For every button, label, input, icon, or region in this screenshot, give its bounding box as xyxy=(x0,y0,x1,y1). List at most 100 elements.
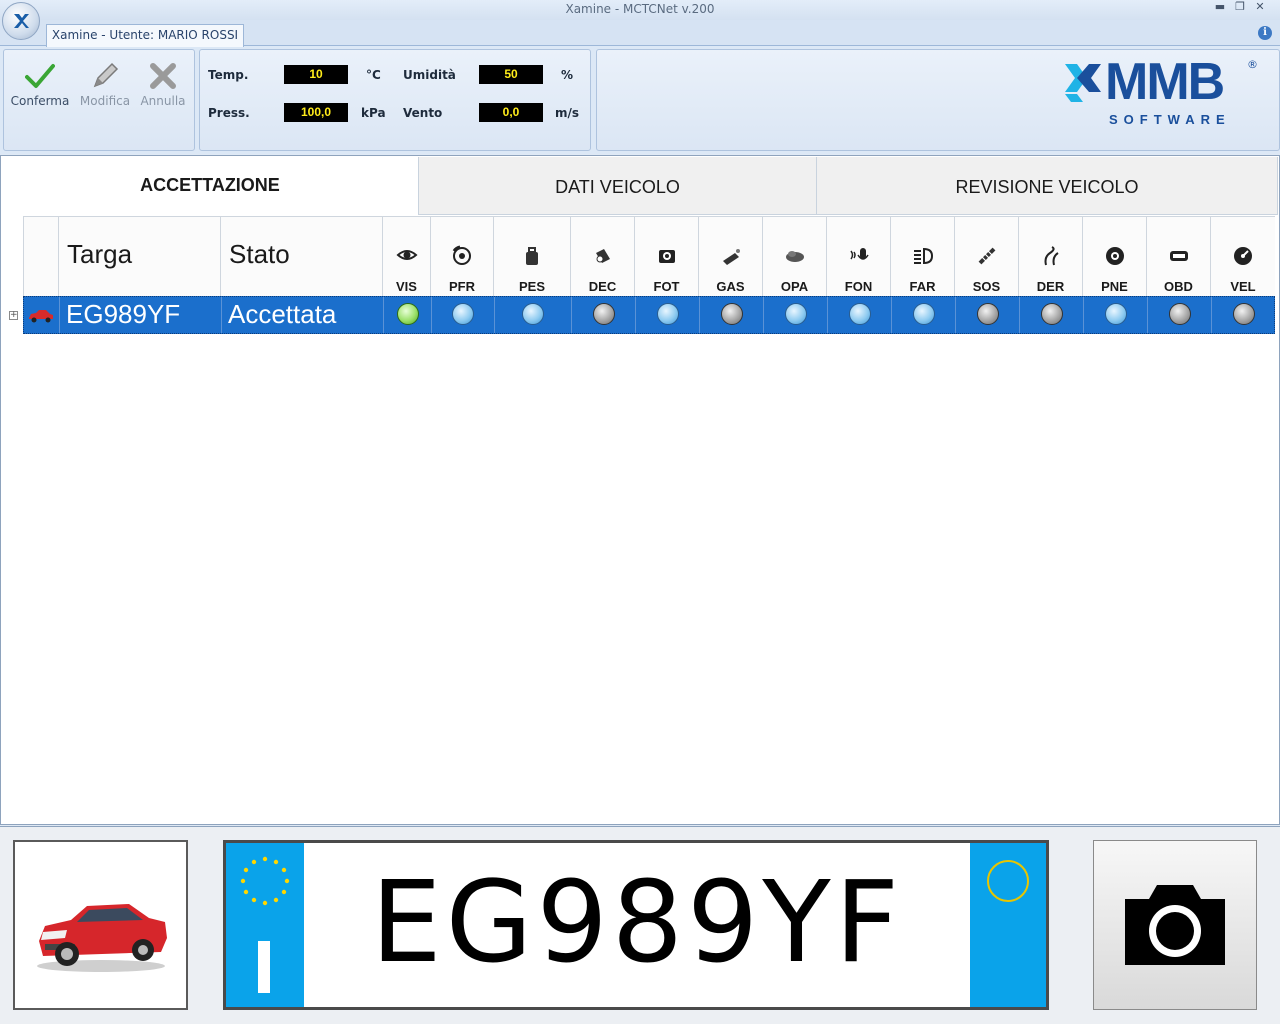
grid-header-code: OBD xyxy=(1164,279,1193,294)
status-indicator[interactable] xyxy=(452,303,474,325)
edit-button[interactable]: Modifica xyxy=(75,58,135,118)
grid-header-vel[interactable]: VEL xyxy=(1210,217,1275,297)
restore-button[interactable]: ❐ xyxy=(1230,0,1250,13)
pressure-unit: kPa xyxy=(361,106,386,120)
tab-acceptance[interactable]: ACCETTAZIONE xyxy=(2,157,419,215)
grid-header-code: GAS xyxy=(716,279,745,294)
row-status-vel xyxy=(1211,297,1276,333)
cancel-button[interactable]: Annulla xyxy=(133,58,193,118)
license-plate-display: EG989YF xyxy=(223,840,1049,1010)
grid-header-pfr[interactable]: PFR xyxy=(430,217,493,297)
grid-header-obd[interactable]: OBD xyxy=(1146,217,1210,297)
microphone-icon xyxy=(849,248,869,260)
grid-header-code: SOS xyxy=(972,279,1001,294)
humidity-value[interactable]: 50 xyxy=(479,65,543,84)
row-plate: EG989YF xyxy=(66,299,181,329)
status-indicator[interactable] xyxy=(976,303,999,325)
main-panel: ACCETTAZIONE DATI VEICOLO REVISIONE VEIC… xyxy=(0,155,1280,825)
tab-vehicle-data[interactable]: DATI VEICOLO xyxy=(419,157,817,215)
grid-header-fot[interactable]: FOT xyxy=(634,217,698,297)
row-status-pne xyxy=(1083,297,1147,333)
confirm-label: Conferma xyxy=(10,94,70,108)
grid-header-code: VIS xyxy=(396,279,417,294)
tab-acceptance-label: ACCETTAZIONE xyxy=(140,175,280,195)
speedometer-icon xyxy=(1234,247,1252,265)
ribbon: Conferma Modifica Annulla Temp. 10 °C Pr… xyxy=(0,46,1280,154)
close-button[interactable]: ✕ xyxy=(1250,0,1270,13)
humidity-unit: % xyxy=(561,68,574,82)
temp-value[interactable]: 10 xyxy=(284,65,348,84)
plate-country-code xyxy=(258,941,270,993)
road-icon xyxy=(1044,246,1059,266)
grid-header-code: VEL xyxy=(1230,279,1256,294)
grid-header-pes[interactable]: PES xyxy=(493,217,570,297)
status-indicator[interactable] xyxy=(592,303,615,325)
camera-icon xyxy=(1125,885,1225,965)
status-indicator[interactable] xyxy=(1040,303,1063,325)
ribbon-tab-user-label: Xamine - Utente: MARIO ROSSI xyxy=(51,28,239,42)
tab-vehicle-revision[interactable]: REVISIONE VEICOLO xyxy=(817,157,1278,215)
camera-button[interactable] xyxy=(1093,840,1257,1010)
minimize-button[interactable]: ▬ xyxy=(1210,0,1230,13)
status-indicator[interactable] xyxy=(720,303,743,325)
wind-unit: m/s xyxy=(555,106,580,120)
wind-value[interactable]: 0,0 xyxy=(479,103,543,122)
grid-header-gas[interactable]: GAS xyxy=(698,217,762,297)
tire-icon xyxy=(1105,247,1124,265)
status-indicator[interactable] xyxy=(1233,303,1255,325)
brake-icon xyxy=(452,245,471,265)
grid-header-der[interactable]: DER xyxy=(1018,217,1082,297)
plate-year-circle-icon xyxy=(987,860,1029,902)
window-controls: ▬ ❐ ✕ xyxy=(1210,0,1270,13)
row-status-dec xyxy=(571,297,635,333)
grid-header-vis[interactable]: VIS xyxy=(382,217,430,297)
photo-icon xyxy=(658,250,675,263)
humidity-label: Umidità xyxy=(403,68,456,82)
mmb-logo: MMB ® SOFTWARE xyxy=(1063,53,1259,127)
status-indicator[interactable] xyxy=(1168,303,1191,325)
bottom-panel: EG989YF xyxy=(0,826,1280,1024)
pencil-icon xyxy=(93,62,119,88)
status-indicator[interactable] xyxy=(522,303,544,325)
app-logo-icon xyxy=(14,14,29,28)
row-status-sos xyxy=(955,297,1019,333)
tab-vehicle-data-label: DATI VEICOLO xyxy=(555,177,680,197)
vehicle-image-box[interactable] xyxy=(13,840,188,1010)
grid-header-pne[interactable]: PNE xyxy=(1082,217,1146,297)
grid-header-icon-col xyxy=(23,217,58,297)
cancel-label: Annulla xyxy=(140,94,186,108)
grid-header-fon[interactable]: FON xyxy=(826,217,890,297)
grid-header-far[interactable]: FAR xyxy=(890,217,954,297)
grid-header-state[interactable]: Stato xyxy=(220,217,382,297)
title-bar: Xamine - MCTCNet v.200 xyxy=(0,0,1280,20)
app-menu-button[interactable] xyxy=(2,2,40,40)
grid-header-code: FOT xyxy=(653,279,680,294)
row-status-far xyxy=(891,297,955,333)
mmb-logo-name: MMB xyxy=(1105,53,1225,111)
edit-label: Modifica xyxy=(79,94,131,108)
status-indicator[interactable] xyxy=(1104,303,1127,325)
status-indicator[interactable] xyxy=(656,303,679,325)
status-indicator[interactable] xyxy=(848,303,871,325)
status-indicator[interactable] xyxy=(784,303,807,325)
grid-header-code: OPA xyxy=(780,279,809,294)
confirm-button[interactable]: Conferma xyxy=(10,58,70,118)
grid-header-opa[interactable]: OPA xyxy=(762,217,826,297)
row-expand-toggle[interactable]: + xyxy=(9,311,18,320)
grid-header-plate[interactable]: Targa xyxy=(58,217,220,297)
status-indicator[interactable] xyxy=(396,303,419,325)
info-icon[interactable]: i xyxy=(1258,26,1272,40)
pressure-label: Press. xyxy=(208,106,250,120)
table-row[interactable]: EG989YF Accettata xyxy=(23,296,1275,334)
row-status-pfr xyxy=(431,297,494,333)
window-title: Xamine - MCTCNet v.200 xyxy=(565,2,715,16)
temp-label: Temp. xyxy=(208,68,249,82)
ribbon-tab-user[interactable]: Xamine - Utente: MARIO ROSSI xyxy=(46,24,244,47)
main-tabs: ACCETTAZIONE DATI VEICOLO REVISIONE VEIC… xyxy=(2,157,1278,215)
row-status-der xyxy=(1019,297,1083,333)
pressure-value[interactable]: 100,0 xyxy=(284,103,348,122)
grid-header-dec[interactable]: DEC xyxy=(570,217,634,297)
mmb-logo-icon xyxy=(1065,64,1101,102)
grid-header-sos[interactable]: SOS xyxy=(954,217,1018,297)
status-indicator[interactable] xyxy=(912,303,935,325)
